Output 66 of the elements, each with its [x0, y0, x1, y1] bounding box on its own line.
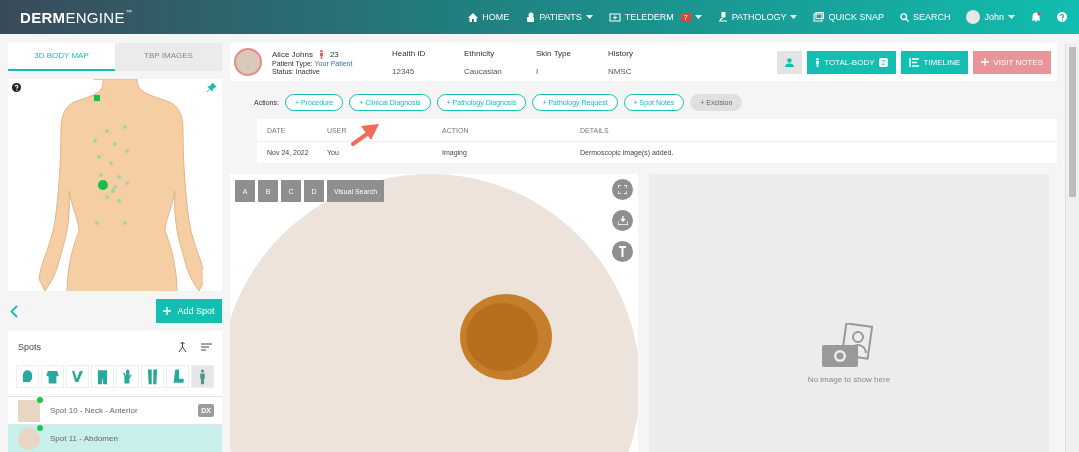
plus-icon — [981, 58, 990, 66]
download-icon — [617, 216, 628, 225]
spot-name: Spot 11 - Abdomen — [50, 434, 118, 443]
body-part-filter[interactable] — [141, 365, 164, 388]
person-icon — [525, 12, 536, 22]
person-icon — [785, 57, 795, 67]
medical-screen-icon — [608, 12, 621, 22]
sort-icon[interactable] — [201, 343, 212, 351]
nav-link[interactable]: PATIENTS — [525, 12, 593, 22]
spots-title: Spots — [18, 342, 41, 352]
timeline-icon — [909, 57, 920, 67]
search-icon — [899, 12, 909, 22]
spot-name: Spot 10 - Neck - Anterior — [50, 406, 138, 415]
nav-link[interactable]: QUICK SNAP — [813, 12, 884, 22]
empty-state-text: No image to show here — [807, 374, 891, 384]
user-menu[interactable]: John — [966, 10, 1015, 24]
patient-name: Alice Johns — [272, 49, 313, 59]
annotation-arrow — [351, 122, 381, 146]
avatar — [234, 48, 262, 76]
add-spot-button[interactable]: Add Spot — [156, 299, 222, 323]
body-part-filter[interactable] — [66, 365, 89, 388]
scrollbar[interactable] — [1065, 43, 1079, 452]
body-part-filter[interactable] — [116, 365, 139, 388]
patient-age: 23 — [329, 49, 339, 59]
scrollbar-thumb[interactable] — [1069, 47, 1076, 197]
bell-icon[interactable] — [1031, 12, 1041, 22]
person-icon — [815, 57, 821, 67]
body-part-filter[interactable] — [16, 365, 39, 388]
status-dot — [37, 424, 43, 431]
avatar — [966, 10, 981, 24]
field-value: 12345 — [392, 66, 416, 76]
back-button[interactable] — [10, 304, 18, 318]
nav-link[interactable]: SEARCH — [899, 12, 951, 22]
pin-button[interactable] — [612, 241, 633, 262]
body-part-filter[interactable] — [166, 365, 189, 388]
torso-icon — [44, 368, 61, 385]
profile-button[interactable] — [777, 50, 803, 74]
tab[interactable]: TBP IMAGES — [115, 43, 222, 71]
spot-list-item[interactable]: Spot 11 - Abdomen — [8, 424, 222, 452]
field-value: I — [536, 66, 540, 76]
field-value: Caucasian — [464, 66, 503, 76]
fullscreen-button[interactable] — [612, 179, 633, 200]
body-part-filter[interactable] — [191, 365, 214, 388]
field-label: History — [608, 48, 634, 58]
nav-link[interactable]: PATHOLOGY — [717, 12, 798, 22]
download-button[interactable] — [612, 210, 633, 231]
body-part-filter[interactable] — [41, 365, 64, 388]
field-value: NMSC — [608, 66, 633, 76]
photos-icon — [813, 12, 825, 22]
tab[interactable]: 3D BODY MAP — [8, 43, 115, 71]
field-label: Health ID — [392, 48, 427, 58]
field-label: Ethnicity — [464, 48, 496, 58]
home-icon — [468, 12, 479, 22]
arm-icon — [69, 368, 86, 385]
help-icon[interactable] — [12, 82, 21, 92]
body-part-filter[interactable] — [91, 365, 114, 388]
timeline-button[interactable]: TIMELINE — [901, 50, 969, 74]
person-icon — [318, 49, 324, 59]
chevron-left-icon — [10, 304, 18, 318]
merge-icon[interactable] — [178, 342, 187, 352]
nav-link[interactable]: HOME — [468, 12, 510, 22]
plus-icon — [163, 307, 172, 315]
visit-notes-button[interactable]: VISIT NOTES — [973, 50, 1051, 74]
fullscreen-icon — [618, 185, 627, 194]
field-label: Skin Type — [536, 48, 572, 58]
status-dot — [37, 396, 43, 403]
